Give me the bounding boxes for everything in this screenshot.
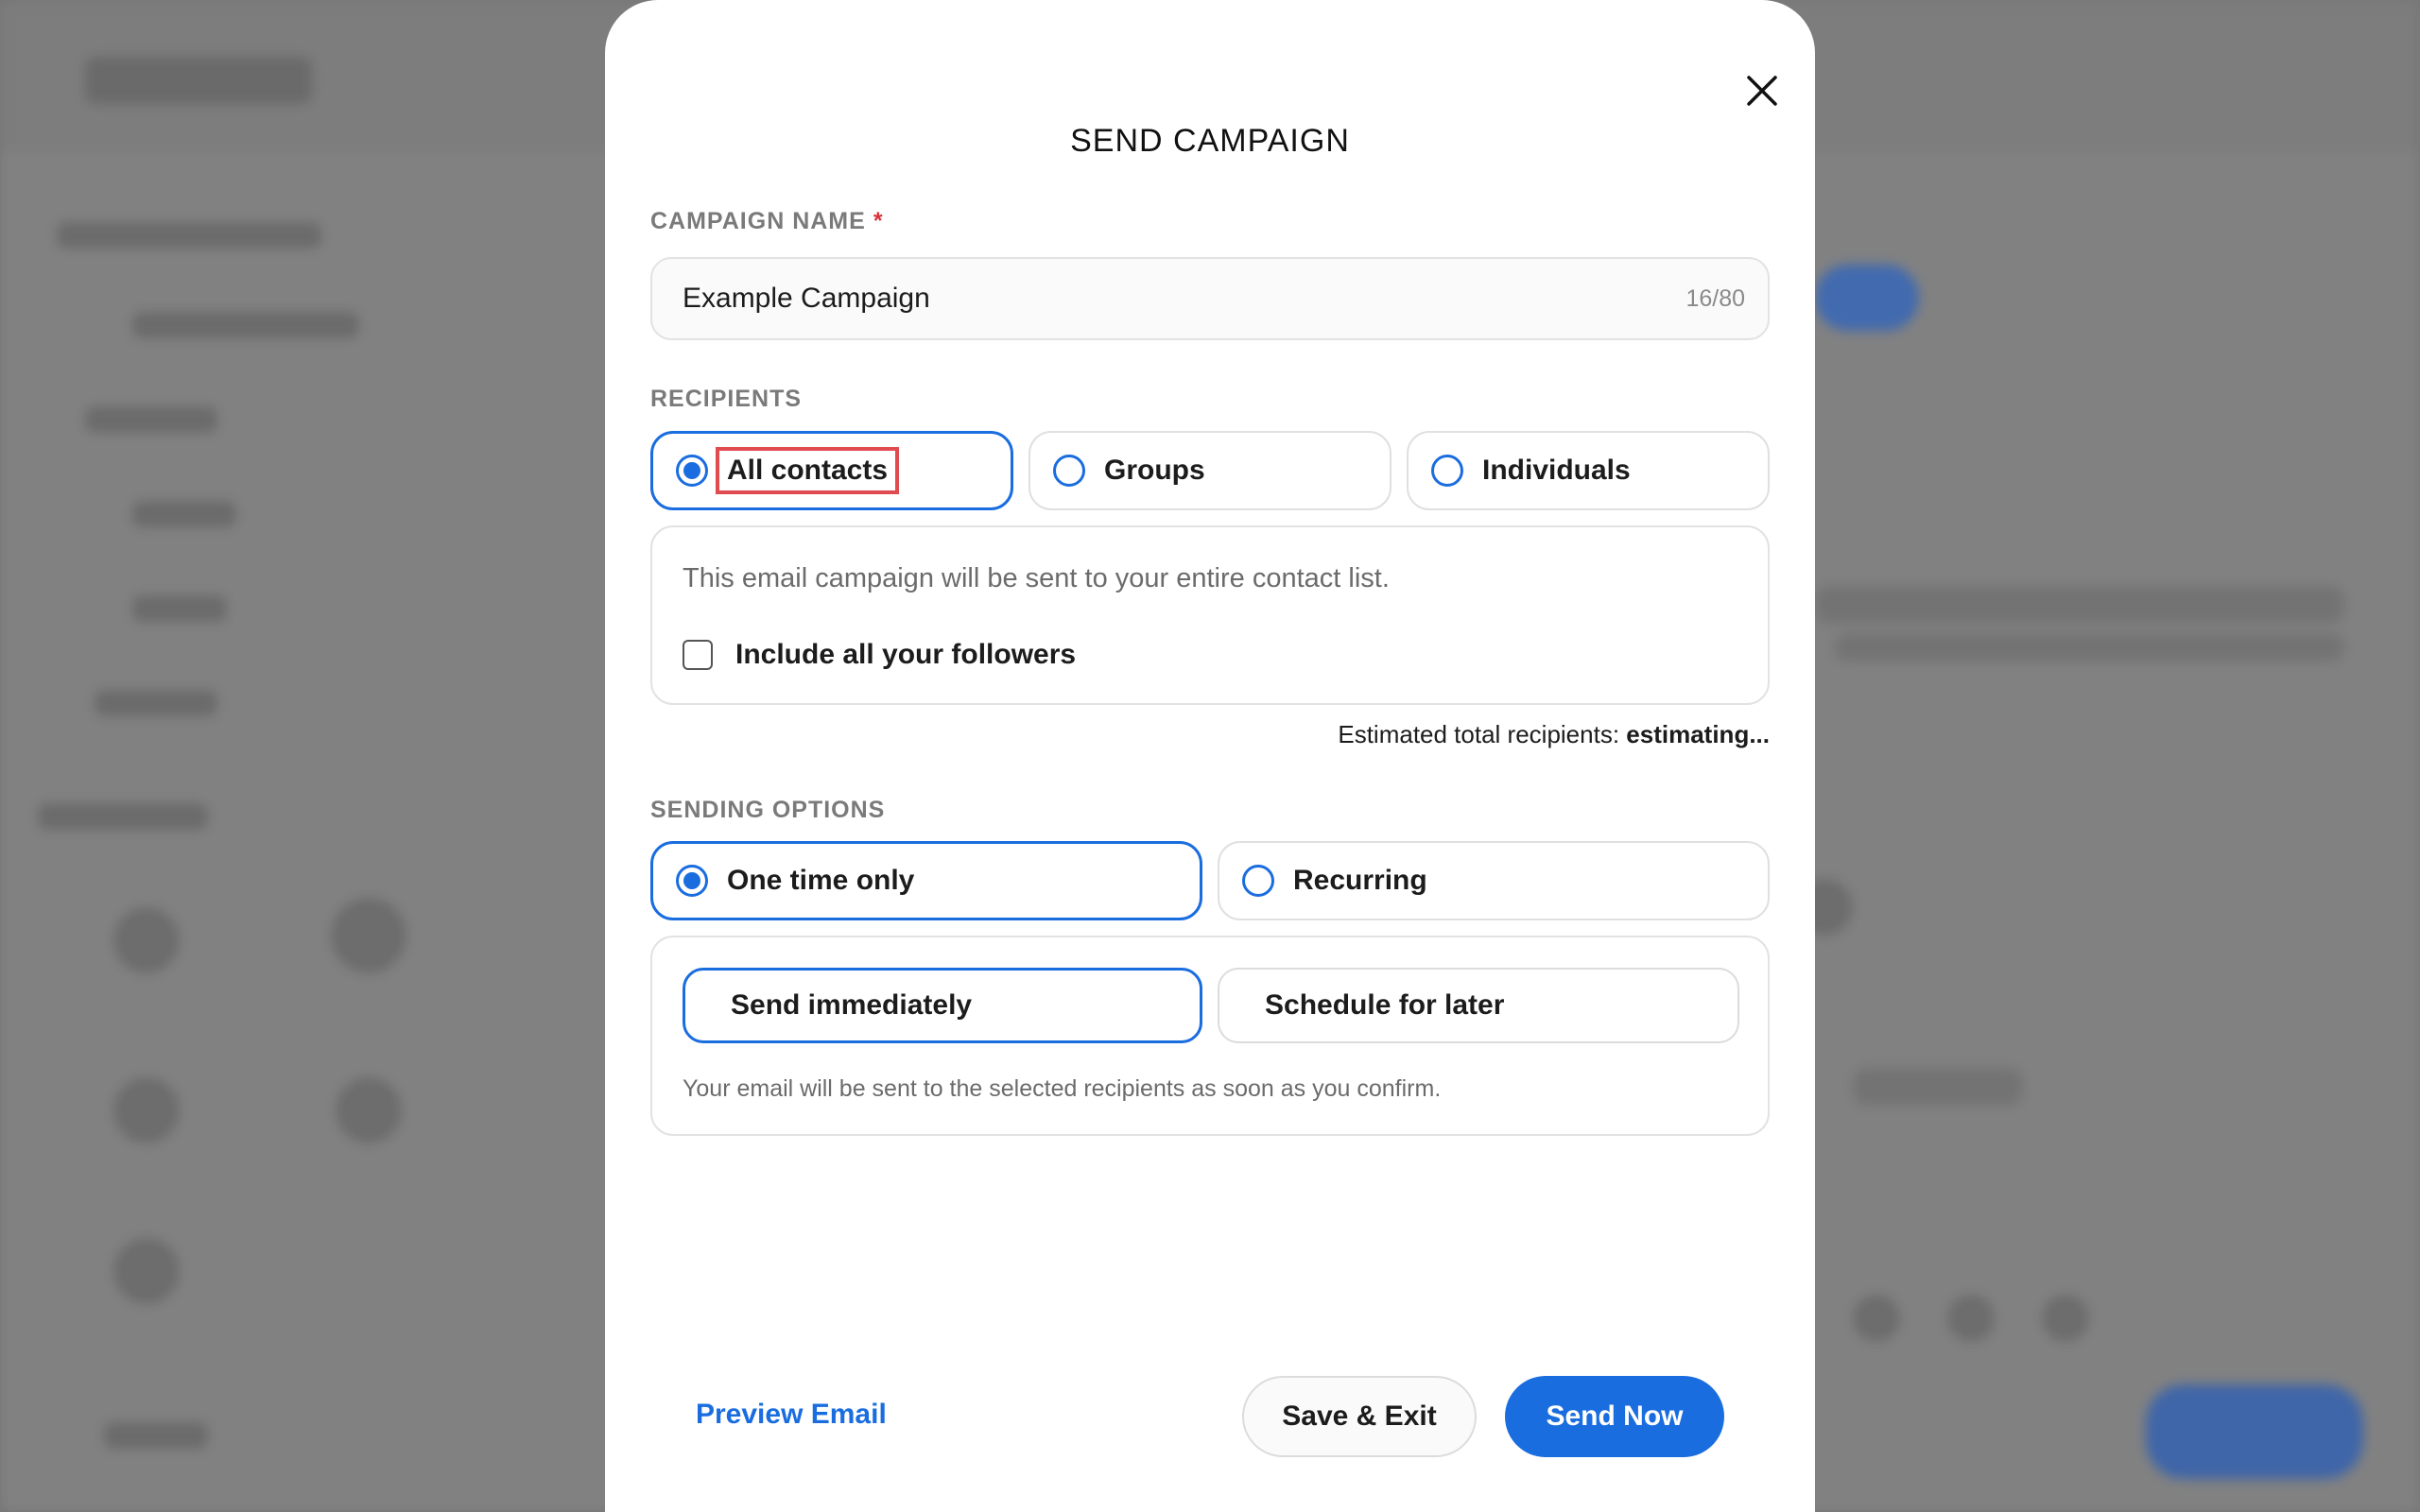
radio-selected-icon [676,455,708,487]
radio-unselected-icon [1431,455,1463,487]
send-immediately-button[interactable]: Send immediately [683,968,1202,1043]
required-mark: * [873,208,884,234]
recipients-description: This email campaign will be sent to your… [683,563,1390,593]
include-followers-checkbox[interactable] [683,640,713,670]
send-campaign-modal: SEND CAMPAIGN CAMPAIGN NAME * 16/80 RECIP… [605,0,1815,1512]
sending-options-label: SENDING OPTIONS [650,797,886,823]
timing-box: Send immediately Schedule for later Your… [650,936,1770,1136]
campaign-name-label: CAMPAIGN NAME * [650,208,884,235]
recipients-option-all-contacts[interactable]: All contacts [650,431,1013,510]
frequency-option-recurring[interactable]: Recurring [1218,841,1770,920]
save-exit-button[interactable]: Save & Exit [1242,1376,1477,1457]
option-label: Groups [1104,455,1205,486]
close-icon [1747,76,1777,106]
char-count: 16/80 [1685,284,1745,312]
radio-selected-icon [676,865,708,897]
sending-note: Your email will be sent to the selected … [683,1075,1442,1102]
option-label: Individuals [1482,455,1631,486]
send-now-button[interactable]: Send Now [1505,1376,1724,1457]
radio-unselected-icon [1053,455,1085,487]
campaign-name-input[interactable] [683,283,1686,315]
option-label: One time only [727,865,915,896]
estimate-label: Estimated total recipients: [1338,720,1620,748]
estimate-value: estimating... [1626,720,1770,748]
radio-unselected-icon [1242,865,1274,897]
option-label: All contacts [715,447,900,494]
estimated-recipients: Estimated total recipients: estimating..… [1338,720,1770,749]
campaign-name-label-text: CAMPAIGN NAME [650,208,866,234]
frequency-option-one-time[interactable]: One time only [650,841,1202,920]
close-button[interactable] [1728,57,1796,125]
option-label: Recurring [1293,865,1427,896]
recipients-option-groups[interactable]: Groups [1028,431,1392,510]
include-followers-row[interactable]: Include all your followers [683,639,1076,671]
include-followers-label: Include all your followers [735,639,1077,670]
recipients-label: RECIPIENTS [650,386,803,412]
modal-title: SEND CAMPAIGN [1070,123,1350,159]
campaign-name-field: 16/80 [650,257,1770,340]
schedule-later-button[interactable]: Schedule for later [1218,968,1739,1043]
preview-email-link[interactable]: Preview Email [696,1399,887,1431]
recipients-info-box: This email campaign will be sent to your… [650,525,1770,705]
recipients-option-individuals[interactable]: Individuals [1407,431,1770,510]
